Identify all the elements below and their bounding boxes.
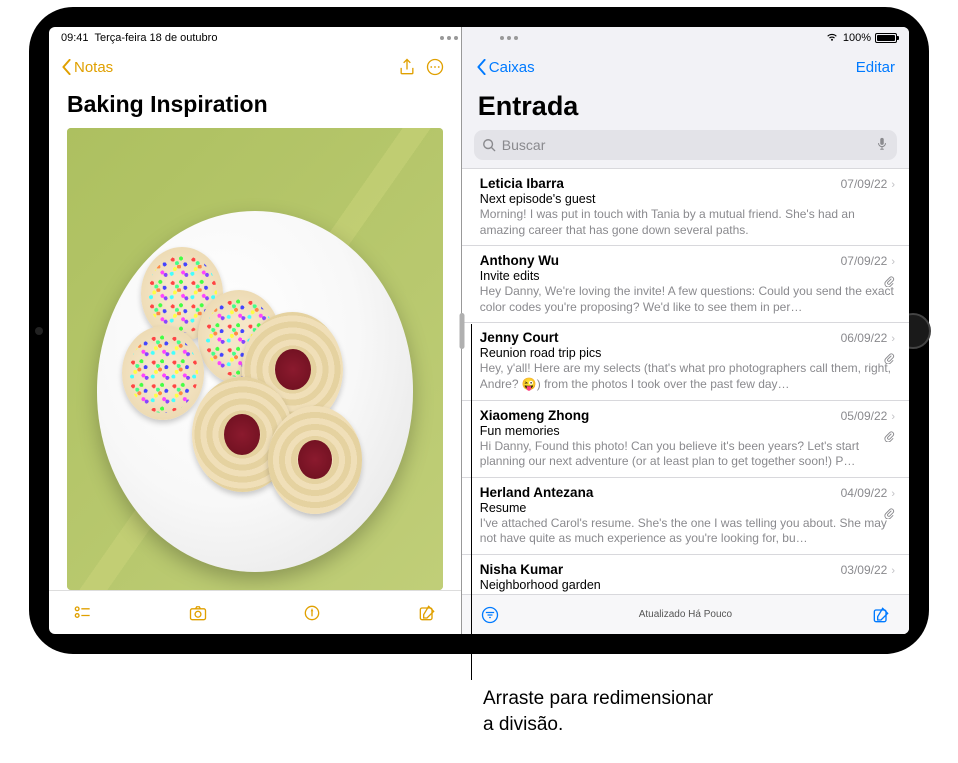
mail-row[interactable]: Nisha Kumar03/09/22›Neighborhood gardenW… [462,555,909,594]
mail-sender: Nisha Kumar [480,562,841,577]
mail-row[interactable]: Leticia Ibarra07/09/22›Next episode's gu… [462,169,909,246]
mail-row[interactable]: Xiaomeng Zhong05/09/22›Fun memoriesHi Da… [462,401,909,478]
status-time: 09:41 [61,32,89,44]
share-icon[interactable] [393,53,421,81]
note-title: Baking Inspiration [49,89,461,128]
notes-back-label: Notas [74,59,113,76]
filter-icon[interactable] [478,603,502,627]
checklist-icon[interactable] [69,599,97,627]
mail-edit-button[interactable]: Editar [856,59,895,76]
compose-mail-icon[interactable] [869,603,893,627]
mail-subject: Resume [480,501,895,515]
mailbox-title: Entrada [462,89,909,130]
mail-toolbar: Atualizado Há Pouco [462,594,909,634]
dictation-icon[interactable] [875,137,889,154]
mail-subject: Neighborhood garden [480,578,895,592]
mail-preview: We're in the early stages of planning a … [480,593,895,594]
status-date: Terça-feira 18 de outubro [95,32,218,44]
notes-nav-bar: Notas [49,45,461,89]
mail-nav-bar: Caixas Editar [462,45,909,89]
more-icon[interactable] [421,53,449,81]
mail-preview: Morning! I was put in touch with Tania b… [480,207,895,238]
mail-sender: Anthony Wu [480,253,841,268]
mail-back-label: Caixas [489,59,535,76]
attachment-icon [884,429,895,447]
markup-icon[interactable] [298,599,326,627]
mail-date: 07/09/22 [841,177,888,191]
mail-subject: Next episode's guest [480,192,895,206]
attachment-icon [884,274,895,292]
notes-toolbar [49,590,461,634]
mail-subject: Reunion road trip pics [480,346,895,360]
mail-preview: Hey Danny, We're loving the invite! A fe… [480,284,895,315]
screen: 09:41 Terça-feira 18 de outubro 100% Not… [49,27,909,634]
notes-app-pane: Notas Baking Inspiration [49,27,462,634]
mail-back-button[interactable]: Caixas [476,59,535,76]
mail-list[interactable]: Leticia Ibarra07/09/22›Next episode's gu… [462,168,909,594]
chevron-right-icon: › [891,488,895,500]
compose-icon[interactable] [413,599,441,627]
notes-back-button[interactable]: Notas [61,59,113,76]
attachment-icon [884,506,895,524]
mail-date: 03/09/22 [841,563,888,577]
battery-icon [875,33,897,43]
note-photo[interactable] [67,128,443,590]
mail-status-text: Atualizado Há Pouco [639,609,732,620]
mail-date: 05/09/22 [841,409,888,423]
search-icon [482,138,496,152]
status-bar: 09:41 Terça-feira 18 de outubro 100% [49,27,909,49]
mail-subject: Invite edits [480,269,895,283]
battery-percent: 100% [843,32,871,44]
mail-preview: Hey, y'all! Here are my selects (that's … [480,361,895,392]
ipad-frame: 09:41 Terça-feira 18 de outubro 100% Not… [29,7,929,654]
chevron-right-icon: › [891,411,895,423]
callout-leader-line [471,324,472,680]
search-input[interactable]: Buscar [474,130,897,160]
mail-row[interactable]: Herland Antezana04/09/22›ResumeI've atta… [462,478,909,555]
note-photo-wrap [49,128,461,590]
multitask-icon[interactable] [436,34,462,42]
chevron-right-icon: › [891,179,895,191]
chevron-right-icon: › [891,256,895,268]
callout-text: Arraste para redimensionar a divisão. [483,686,713,737]
attachment-icon [884,351,895,369]
camera-icon[interactable] [184,599,212,627]
mail-sender: Leticia Ibarra [480,176,841,191]
mail-preview: I've attached Carol's resume. She's the … [480,516,895,547]
mail-sender: Herland Antezana [480,485,841,500]
mail-sender: Jenny Court [480,330,841,345]
mail-app-pane: Caixas Editar Entrada Buscar Leticia Iba… [462,27,909,634]
camera-dot [35,327,43,335]
mail-row[interactable]: Anthony Wu07/09/22›Invite editsHey Danny… [462,246,909,323]
mail-preview: Hi Danny, Found this photo! Can you beli… [480,439,895,470]
search-placeholder: Buscar [502,137,546,153]
mail-date: 07/09/22 [841,254,888,268]
mail-sender: Xiaomeng Zhong [480,408,841,423]
chevron-right-icon: › [891,333,895,345]
mail-date: 04/09/22 [841,486,888,500]
mail-date: 06/09/22 [841,331,888,345]
split-view-divider-handle[interactable] [459,313,464,349]
chevron-right-icon: › [891,565,895,577]
mail-row[interactable]: Jenny Court06/09/22›Reunion road trip pi… [462,323,909,400]
multitask-icon[interactable] [496,34,522,42]
mail-subject: Fun memories [480,424,895,438]
wifi-icon [825,32,839,45]
